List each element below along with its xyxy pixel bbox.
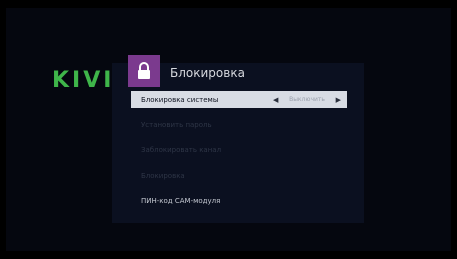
settings-panel: Блокировка Блокировка системы ◀ Выключит… (112, 55, 364, 223)
menu-item-label: Блокировка системы (141, 95, 219, 104)
arrow-right-icon[interactable]: ▶ (336, 96, 341, 104)
menu-item-parental-lock[interactable]: Блокировка (131, 167, 347, 184)
header-icon-tile (128, 55, 160, 87)
menu-item-label: Заблокировать канал (141, 145, 222, 154)
menu-item-cam-pin[interactable]: ПИН-код CAM-модуля (131, 192, 347, 209)
tv-screen: KIVI Блокировка Блокировка системы ◀ Вык… (6, 8, 451, 251)
option-selector[interactable]: ◀ Выключить ▶ (273, 96, 347, 104)
menu-item-system-lock[interactable]: Блокировка системы ◀ Выключить ▶ (131, 91, 347, 108)
page-title: Блокировка (170, 66, 245, 80)
brand-logo: KIVI (52, 68, 115, 93)
menu-item-set-password[interactable]: Установить пароль (131, 116, 347, 133)
lock-icon (138, 62, 150, 79)
menu-item-lock-channel[interactable]: Заблокировать канал (131, 141, 347, 158)
option-value: Выключить (289, 96, 325, 103)
menu-item-label: Блокировка (141, 171, 185, 180)
menu-item-label: Установить пароль (141, 120, 212, 129)
arrow-left-icon[interactable]: ◀ (273, 96, 278, 104)
menu-item-label: ПИН-код CAM-модуля (141, 196, 221, 205)
